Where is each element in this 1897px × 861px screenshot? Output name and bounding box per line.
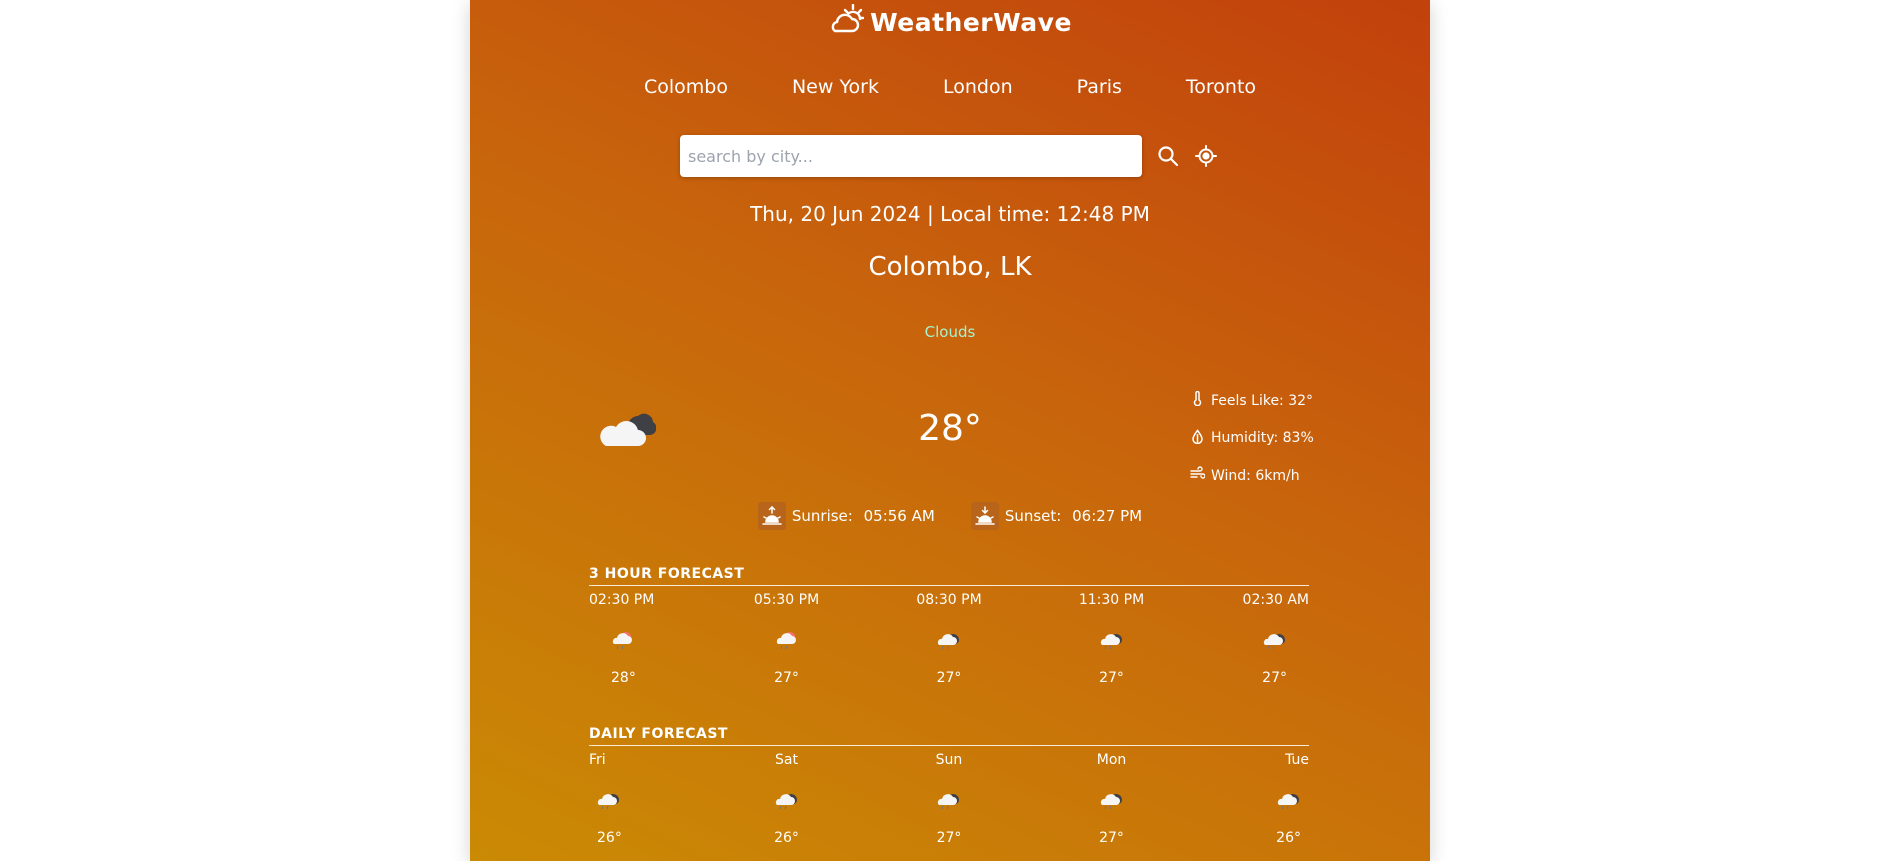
city-nav: Colombo New York London Paris Toronto xyxy=(470,76,1430,106)
forecast-temp: 27° xyxy=(1099,670,1124,686)
daily-forecast-item: Sun 27° xyxy=(914,752,984,846)
forecast-temp: 28° xyxy=(611,670,636,686)
nav-city-toronto[interactable]: Toronto xyxy=(1186,76,1256,106)
location-title: Colombo, LK xyxy=(868,252,1032,282)
forecast-temp: 26° xyxy=(1276,830,1301,846)
wind-text: Wind: 6km/h xyxy=(1211,467,1300,484)
forecast-day: Sat xyxy=(775,752,798,768)
daily-forecast: DAILY FORECAST Fri 26° Sat 26° Sun 27° M… xyxy=(589,726,1309,846)
feels-like-row: Feels Like: 32° xyxy=(1190,382,1314,420)
hourly-forecast-title: 3 HOUR FORECAST xyxy=(589,566,1309,586)
hourly-forecast-item: 08:30 PM 27° xyxy=(914,592,984,686)
forecast-temp: 27° xyxy=(1262,670,1287,686)
sunset-item: Sunset: 06:27 PM xyxy=(970,502,1143,530)
hourly-forecast: 3 HOUR FORECAST 02:30 PM 28° 05:30 PM 27… xyxy=(589,566,1309,686)
date-separator: | xyxy=(920,202,941,226)
sun-times: Sunrise: 05:56 AM Sunset: 06:27 PM xyxy=(470,502,1430,530)
hourly-forecast-item: 05:30 PM 27° xyxy=(752,592,822,686)
forecast-temp: 26° xyxy=(597,830,622,846)
feels-like-text: Feels Like: 32° xyxy=(1211,392,1314,409)
cloud-sun-rain-icon xyxy=(611,628,635,652)
sun-cloud-icon xyxy=(828,3,865,40)
humidity-text: Humidity: 83% xyxy=(1211,430,1314,447)
cloud-rain-icon xyxy=(775,788,799,812)
sunset-time: 06:27 PM xyxy=(1072,507,1143,525)
cloud-rain-icon xyxy=(597,788,621,812)
weather-card: WeatherWave Colombo New York London Pari… xyxy=(470,0,1430,861)
droplet-icon xyxy=(1190,429,1205,448)
cloud-rain-icon xyxy=(937,628,961,652)
wind-icon xyxy=(1190,466,1206,485)
wind-row: Wind: 6km/h xyxy=(1190,457,1314,495)
hourly-forecast-item: 02:30 AM 27° xyxy=(1239,592,1309,686)
search-bar xyxy=(680,135,1218,177)
daily-forecast-row: Fri 26° Sat 26° Sun 27° Mon 27° Tue 26° xyxy=(589,752,1309,846)
forecast-temp: 27° xyxy=(936,830,962,846)
local-time: 12:48 PM xyxy=(1056,202,1150,226)
forecast-day: Fri xyxy=(589,752,606,768)
sunset-label: Sunset: xyxy=(1004,507,1067,525)
date-time-display: Thu, 20 Jun 2024 | Local time: 12:48 PM xyxy=(470,202,1430,226)
hourly-forecast-item: 02:30 PM 28° xyxy=(589,592,659,686)
app-name: WeatherWave xyxy=(870,7,1072,37)
daily-forecast-item: Tue 26° xyxy=(1239,752,1309,846)
forecast-time: 08:30 PM xyxy=(916,592,982,608)
forecast-time: 02:30 PM xyxy=(589,592,655,608)
sunrise-icon xyxy=(757,502,786,530)
nav-city-colombo[interactable]: Colombo xyxy=(644,76,728,106)
sunrise-item: Sunrise: 05:56 AM xyxy=(757,502,935,530)
cloud-icon xyxy=(600,406,657,450)
sunrise-label: Sunrise: xyxy=(791,507,858,525)
nav-city-london[interactable]: London xyxy=(943,76,1013,106)
search-input[interactable] xyxy=(680,135,1142,177)
cloud-rain-icon xyxy=(1263,628,1287,652)
daily-forecast-title: DAILY FORECAST xyxy=(589,726,1309,746)
forecast-day: Tue xyxy=(1285,752,1309,768)
forecast-time: 11:30 PM xyxy=(1078,592,1145,608)
daily-forecast-item: Sat 26° xyxy=(752,752,822,846)
forecast-temp: 27° xyxy=(1099,830,1124,846)
thermometer-icon xyxy=(1190,391,1205,410)
local-time-label: Local time: xyxy=(940,202,1057,226)
app-logo: WeatherWave xyxy=(470,2,1430,42)
forecast-time: 02:30 AM xyxy=(1242,592,1309,608)
daily-forecast-item: Fri 26° xyxy=(589,752,659,846)
search-icon[interactable] xyxy=(1156,144,1180,168)
weather-condition: Clouds xyxy=(924,323,976,341)
current-date: Thu, 20 Jun 2024 xyxy=(750,202,921,226)
current-temperature: 28° xyxy=(918,408,982,449)
weather-details: Feels Like: 32° Humidity: 83% Wind: 6km/… xyxy=(1190,382,1314,495)
hourly-forecast-row: 02:30 PM 28° 05:30 PM 27° 08:30 PM 27° 1… xyxy=(589,592,1309,686)
daily-forecast-item: Mon 27° xyxy=(1077,752,1147,846)
location-crosshair-icon[interactable] xyxy=(1194,144,1218,168)
sunrise-time: 05:56 AM xyxy=(863,507,935,525)
humidity-row: Humidity: 83% xyxy=(1190,420,1314,458)
cloud-sun-rain-icon xyxy=(775,628,799,652)
hourly-forecast-item: 11:30 PM 27° xyxy=(1077,592,1147,686)
forecast-temp: 27° xyxy=(936,670,962,686)
forecast-temp: 27° xyxy=(774,670,799,686)
forecast-time: 05:30 PM xyxy=(753,592,820,608)
forecast-temp: 26° xyxy=(774,830,799,846)
sunset-icon xyxy=(970,502,999,530)
cloud-rain-icon xyxy=(937,788,961,812)
forecast-day: Sun xyxy=(935,752,963,768)
forecast-day: Mon xyxy=(1096,752,1127,768)
cloud-rain-icon xyxy=(1100,788,1124,812)
nav-city-paris[interactable]: Paris xyxy=(1077,76,1122,106)
cloud-rain-icon xyxy=(1100,628,1124,652)
cloud-rain-icon xyxy=(1277,788,1301,812)
nav-city-new-york[interactable]: New York xyxy=(792,76,879,106)
